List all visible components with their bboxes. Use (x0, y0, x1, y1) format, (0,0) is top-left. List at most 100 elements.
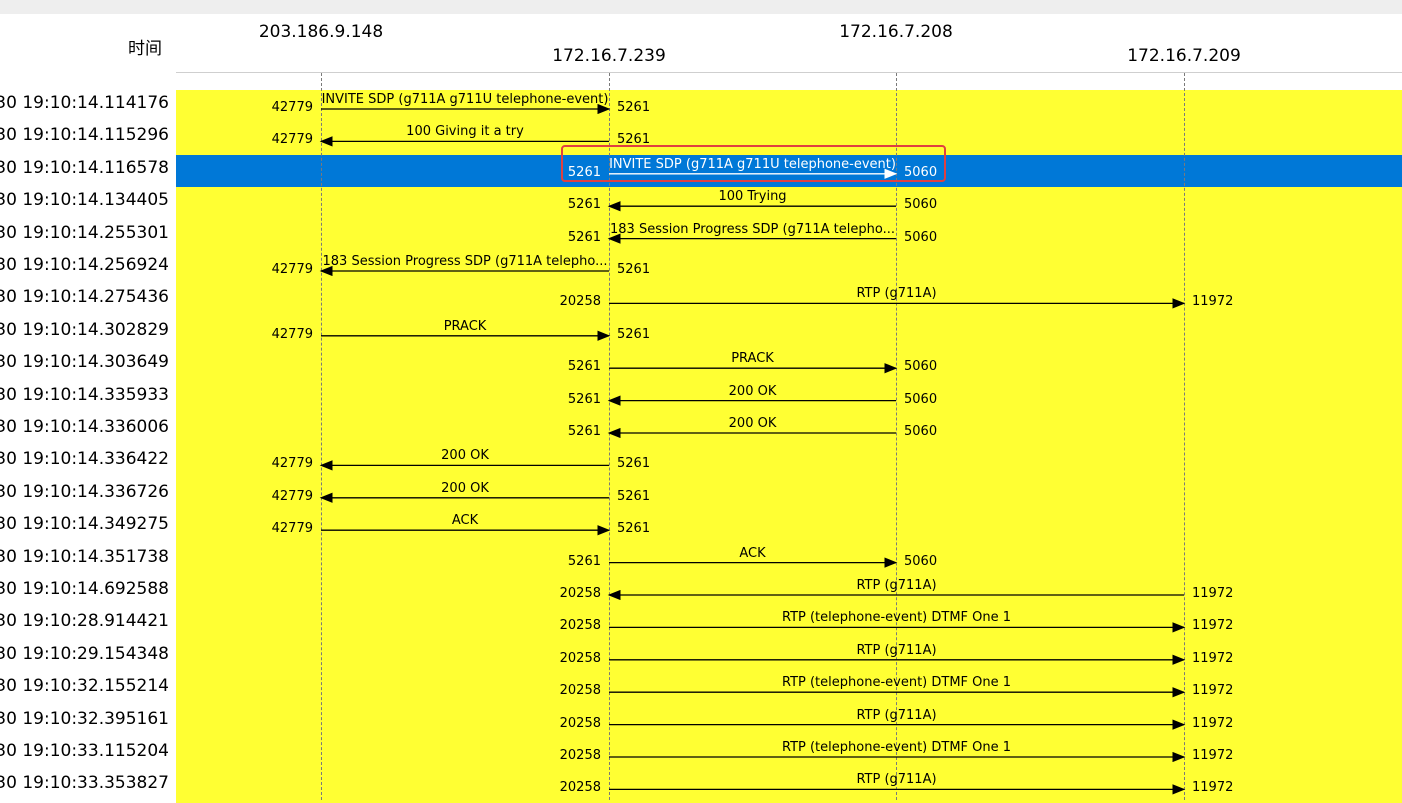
source-port: 5060 (904, 391, 938, 407)
source-port: 20258 (559, 650, 601, 666)
table-row[interactable]: -30 19:10:14.302829 (0, 316, 1402, 350)
row-timestamp: -30 19:10:14.302829 (0, 319, 169, 340)
message-label: PRACK (731, 351, 774, 367)
diagram-top-border (176, 72, 1402, 73)
destination-port: 42779 (271, 488, 313, 504)
source-port: 42779 (271, 521, 313, 537)
message-label: INVITE SDP (g711A g711U telephone-event) (321, 92, 609, 107)
lifeline-2 (896, 73, 897, 800)
host-header-2: 172.16.7.208 (839, 22, 953, 42)
row-timestamp: -30 19:10:14.303649 (0, 352, 169, 373)
destination-port: 5060 (904, 553, 938, 569)
source-port: 42779 (271, 100, 313, 115)
message-label: RTP (g711A) (856, 578, 937, 593)
row-highlight (176, 511, 1402, 545)
row-timestamp: -30 19:10:14.134405 (0, 190, 169, 211)
source-port: 20258 (559, 780, 601, 796)
host-header-0: 203.186.9.148 (258, 22, 384, 42)
flow-header: 时间 203.186.9.148 172.16.7.239 172.16.7.208… (0, 14, 1402, 72)
row-highlight (176, 187, 1402, 221)
source-port: 5261 (617, 456, 651, 472)
row-highlight (176, 316, 1402, 350)
message-label: RTP (g711A) (856, 286, 937, 302)
row-timestamp: -30 19:10:14.335933 (0, 384, 169, 405)
row-timestamp: -30 19:10:33.115204 (0, 741, 169, 761)
row-timestamp: -30 19:10:33.353827 (0, 773, 169, 794)
source-port: 11972 (1192, 586, 1234, 601)
destination-port: 20258 (559, 586, 601, 601)
message-label: 183 Session Progress SDP (g711A telepho.… (609, 221, 896, 237)
message-label: PRACK (443, 318, 487, 334)
source-port: 20258 (559, 683, 601, 699)
row-timestamp: -30 19:10:14.275436 (0, 287, 169, 308)
destination-port: 5261 (567, 424, 601, 439)
row-timestamp: -30 19:10:14.692588 (0, 579, 169, 599)
row-highlight (176, 414, 1402, 447)
destination-port: 5261 (567, 391, 601, 407)
destination-port: 42779 (271, 456, 313, 472)
row-highlight (176, 478, 1402, 512)
message-label: ACK (739, 545, 766, 561)
table-row[interactable]: -30 19:10:14.134405 (0, 187, 1402, 221)
message-label: ACK (451, 513, 479, 529)
table-row[interactable]: -30 19:10:14.114176 (0, 90, 1402, 123)
selection-highlight-box (561, 145, 946, 182)
row-highlight (176, 381, 1402, 415)
row-timestamp: -30 19:10:32.155214 (0, 676, 169, 697)
destination-port: 11972 (1192, 780, 1234, 796)
host-header-1: 172.16.7.239 (552, 46, 666, 66)
row-timestamp: -30 19:10:28.914421 (0, 611, 169, 632)
source-port: 20258 (559, 618, 601, 634)
destination-port: 42779 (271, 262, 313, 277)
row-timestamp: -30 19:10:14.116578 (0, 157, 169, 178)
destination-port: 42779 (271, 132, 313, 148)
lifeline-0 (321, 73, 322, 800)
row-timestamp: -30 19:10:14.114176 (0, 93, 169, 113)
table-row[interactable]: -30 19:10:14.336422 (0, 446, 1402, 480)
table-row[interactable]: -30 19:10:14.336726 (0, 478, 1402, 512)
message-label: 183 Session Progress SDP (g711A telepho.… (322, 254, 608, 269)
destination-port: 11972 (1192, 715, 1234, 731)
message-label: 200 OK (728, 416, 777, 431)
source-port: 20258 (559, 715, 601, 731)
table-row[interactable]: -30 19:10:14.335933 (0, 381, 1402, 415)
message-label: RTP (telephone-event) DTMF One 1 (781, 740, 1012, 755)
table-row[interactable]: -30 19:10:14.336006 (0, 414, 1402, 447)
destination-port: 11972 (1192, 618, 1234, 634)
source-port: 20258 (559, 294, 601, 310)
destination-port: 11972 (1192, 650, 1234, 666)
row-timestamp: -30 19:10:29.154348 (0, 643, 169, 664)
lifeline-1 (609, 73, 610, 800)
destination-port: 5060 (904, 359, 938, 375)
message-label: 200 OK (728, 383, 777, 399)
row-timestamp: -30 19:10:14.256924 (0, 255, 169, 275)
source-port: 5261 (567, 553, 601, 569)
message-label: 200 OK (441, 448, 489, 464)
destination-port: 11972 (1192, 748, 1234, 763)
row-timestamp: -30 19:10:14.336422 (0, 449, 169, 470)
message-label: 100 Giving it a try (406, 124, 524, 140)
source-port: 5060 (904, 424, 938, 439)
row-timestamp: -30 19:10:14.349275 (0, 514, 169, 535)
source-port: 5060 (904, 197, 938, 213)
lifeline-3 (1184, 73, 1185, 800)
source-port: 20258 (559, 748, 601, 763)
source-port: 5261 (617, 488, 651, 504)
source-port: 5261 (567, 359, 601, 375)
row-highlight (176, 446, 1402, 480)
destination-port: 5261 (617, 326, 651, 342)
table-row[interactable]: -30 19:10:14.351738 (0, 543, 1402, 577)
source-port: 5060 (904, 229, 938, 245)
message-label: RTP (telephone-event) DTMF One 1 (781, 610, 1012, 626)
source-port: 42779 (271, 326, 313, 342)
destination-port: 5261 (567, 229, 601, 245)
message-label: 100 Trying (718, 189, 787, 205)
destination-port: 11972 (1192, 683, 1234, 699)
row-timestamp: -30 19:10:14.115296 (0, 125, 169, 146)
row-timestamp: -30 19:10:14.336006 (0, 417, 169, 437)
table-row[interactable]: -30 19:10:14.256924 (0, 252, 1402, 285)
source-port: 5261 (617, 262, 651, 277)
table-row[interactable]: -30 19:10:14.349275 (0, 511, 1402, 545)
window-top-strip (0, 0, 1402, 14)
table-row[interactable]: -30 19:10:14.303649 (0, 349, 1402, 383)
